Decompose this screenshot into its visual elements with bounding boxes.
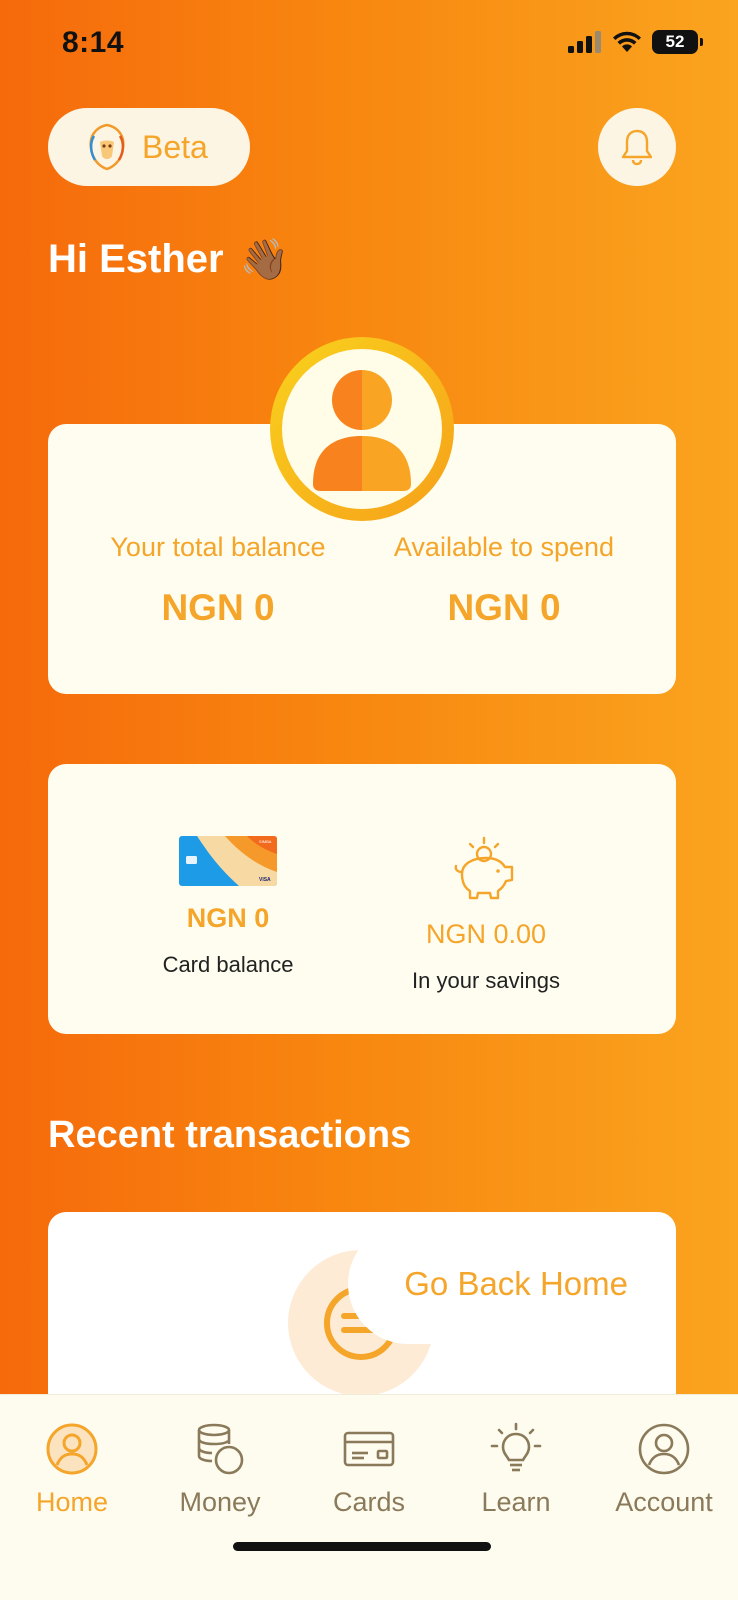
wifi-icon — [613, 31, 641, 52]
tab-learn[interactable]: Learn — [446, 1421, 586, 1518]
debit-card-icon: SIMBA VISA — [179, 836, 277, 886]
total-balance: Your total balance NGN 0 — [68, 532, 368, 629]
tab-home[interactable]: Home — [2, 1421, 142, 1518]
greeting-text: Hi Esther — [48, 237, 224, 281]
status-bar: 8:14 52 — [0, 0, 738, 92]
tab-money-label: Money — [179, 1487, 261, 1517]
card-brand-text: SIMBA — [259, 839, 272, 844]
go-back-home-button[interactable]: Go Back Home — [348, 1224, 648, 1344]
avatar-inner — [282, 349, 442, 509]
savings-label: In your savings — [412, 968, 560, 993]
battery-indicator: 52 — [652, 30, 703, 54]
card-network-text: VISA — [259, 877, 271, 883]
card-balance-section[interactable]: SIMBA VISA NGN 0 Card balance — [98, 836, 358, 978]
card-icon — [343, 1431, 395, 1467]
user-icon — [313, 370, 411, 491]
home-icon — [46, 1423, 98, 1475]
tab-account[interactable]: Account — [594, 1421, 734, 1518]
battery-level: 52 — [665, 32, 685, 51]
tab-learn-label: Learn — [481, 1487, 551, 1517]
go-back-home-label: Go Back Home — [404, 1265, 628, 1302]
beta-label: Beta — [142, 128, 208, 165]
piggy-bank-icon — [454, 836, 514, 900]
status-time: 8:14 — [62, 26, 125, 59]
greeting: Hi Esther 👋🏾 — [48, 236, 289, 283]
available-balance-label: Available to spend — [393, 532, 615, 562]
savings-value: NGN 0.00 — [425, 919, 547, 949]
total-balance-value: NGN 0 — [161, 587, 275, 628]
tab-home-label: Home — [35, 1487, 109, 1517]
lion-logo-icon — [89, 123, 125, 171]
waving-hand-icon: 👋🏾 — [239, 238, 290, 282]
card-balance-value: NGN 0 — [186, 903, 270, 933]
tab-bar: Home Money Cards Learn Account — [0, 1394, 738, 1600]
beta-badge[interactable]: Beta — [48, 108, 250, 186]
bulb-icon — [490, 1422, 542, 1472]
coins-icon — [197, 1423, 244, 1475]
tab-money[interactable]: Money — [150, 1421, 290, 1518]
cellular-signal-icon — [568, 31, 601, 53]
home-indicator[interactable] — [233, 1542, 491, 1551]
card-balance-label: Card balance — [162, 952, 294, 977]
account-icon — [638, 1423, 690, 1475]
available-balance-value: NGN 0 — [447, 587, 561, 628]
bell-icon — [621, 129, 653, 166]
savings-section[interactable]: NGN 0.00 In your savings — [356, 836, 616, 994]
recent-transactions-title: Recent transactions — [48, 1114, 412, 1156]
tab-cards-label: Cards — [332, 1487, 406, 1517]
total-balance-label: Your total balance — [110, 532, 326, 562]
status-icons: 52 — [568, 30, 703, 54]
profile-avatar[interactable] — [270, 337, 454, 521]
tab-cards[interactable]: Cards — [299, 1421, 439, 1518]
tab-account-label: Account — [615, 1487, 713, 1517]
notifications-button[interactable] — [598, 108, 676, 186]
available-balance: Available to spend NGN 0 — [354, 532, 654, 629]
summary-card: SIMBA VISA NGN 0 Card balance NGN 0.00 I… — [48, 764, 676, 1034]
